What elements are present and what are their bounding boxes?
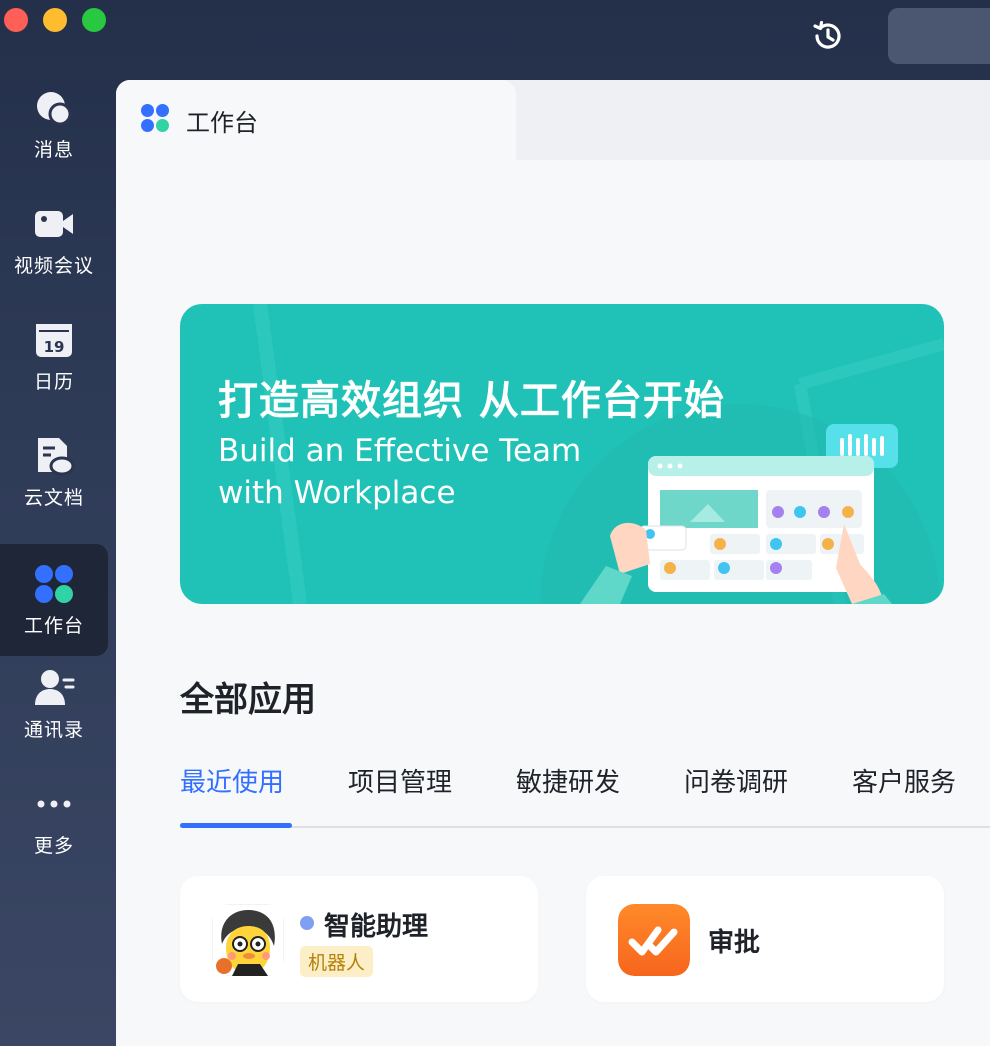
sidebar-item-calendar[interactable]: 19 日历 — [0, 300, 108, 412]
banner-subtitle-line1: Build an Effective Team — [218, 433, 582, 469]
app-card-approval[interactable]: 审批 — [586, 876, 944, 1002]
tab-agile-dev[interactable]: 敏捷研发 — [516, 762, 620, 799]
approval-icon — [618, 904, 690, 976]
assistant-avatar-icon — [212, 904, 284, 976]
sidebar-item-cloud-docs[interactable]: 云文档 — [0, 416, 108, 528]
sidebar-item-contacts[interactable]: 通讯录 — [0, 648, 108, 760]
tab-workplace[interactable]: 工作台 — [116, 80, 516, 160]
tab-customer-service[interactable]: 客户服务 — [852, 762, 956, 799]
app-card-assistant[interactable]: 智能助理 机器人 — [180, 876, 538, 1002]
banner-subtitle-line2: with Workplace — [218, 475, 456, 511]
maximize-window-button[interactable] — [82, 8, 106, 32]
workplace-icon — [140, 103, 170, 137]
sidebar-item-label: 视频会议 — [13, 254, 94, 277]
video-camera-icon — [33, 203, 75, 245]
workplace-icon — [33, 563, 75, 605]
sidebar-item-label: 消息 — [33, 138, 74, 161]
sidebar-item-label: 工作台 — [23, 614, 84, 637]
sidebar-item-label: 云文档 — [23, 486, 84, 509]
sidebar-item-video-meeting[interactable]: 视频会议 — [0, 184, 108, 296]
category-tabs: 最近使用 项目管理 敏捷研发 问卷调研 客户服务 — [180, 756, 990, 828]
tab-recent[interactable]: 最近使用 — [180, 762, 284, 799]
app-window: 消息 视频会议 19 日历 云文档 工作台 通讯录 更多 工作台 打造高效组织 … — [0, 0, 990, 1046]
cloud-doc-icon — [33, 435, 75, 477]
minimize-window-button[interactable] — [43, 8, 67, 32]
banner-subtitle: Build an Effective Team with Workplace — [218, 430, 581, 514]
status-dot — [300, 916, 314, 930]
sidebar-item-workplace[interactable]: 工作台 — [0, 544, 108, 656]
section-title: 全部应用 — [180, 680, 316, 720]
main-panel: 工作台 打造高效组织 从工作台开始 Build an Effective Tea… — [116, 80, 990, 1046]
bot-badge: 机器人 — [300, 946, 374, 977]
sidebar-item-messages[interactable]: 消息 — [0, 68, 108, 180]
tab-title: 工作台 — [186, 108, 258, 137]
contacts-icon — [33, 667, 75, 709]
more-icon — [33, 783, 75, 825]
search-box[interactable] — [888, 8, 990, 64]
sidebar-item-more[interactable]: 更多 — [0, 764, 108, 876]
sidebar-item-label: 更多 — [33, 834, 74, 857]
window-controls — [4, 8, 106, 32]
svg-text:19: 19 — [44, 338, 65, 356]
tab-survey[interactable]: 问卷调研 — [684, 762, 788, 799]
app-name: 智能助理 — [324, 912, 429, 942]
history-button[interactable] — [806, 14, 850, 58]
banner-title: 打造高效组织 从工作台开始 — [218, 378, 725, 424]
sidebar-item-label: 日历 — [33, 370, 74, 393]
app-name: 审批 — [708, 928, 761, 958]
history-icon — [813, 20, 841, 49]
close-window-button[interactable] — [4, 8, 28, 32]
sidebar-item-label: 通讯录 — [23, 718, 84, 741]
tab-bar: 工作台 — [116, 80, 990, 160]
promo-banner[interactable]: 打造高效组织 从工作台开始 Build an Effective Team wi… — [180, 304, 944, 604]
active-tab-indicator — [180, 823, 292, 828]
calendar-icon: 19 — [33, 319, 75, 361]
sidebar: 消息 视频会议 19 日历 云文档 工作台 通讯录 更多 — [0, 80, 116, 1046]
tab-project-management[interactable]: 项目管理 — [348, 762, 452, 799]
chat-bubble-icon — [33, 87, 75, 129]
